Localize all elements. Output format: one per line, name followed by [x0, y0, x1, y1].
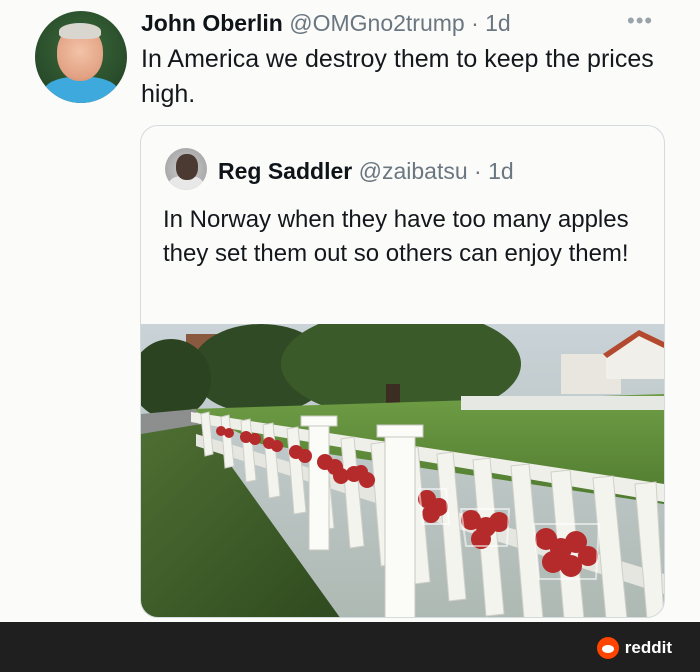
quoted-tweet-header: Reg Saddler @zaibatsu · 1d	[218, 156, 514, 186]
apple-fence-photo[interactable]	[141, 324, 664, 618]
reddit-logo-icon	[596, 637, 619, 659]
footer-bar: reddit	[0, 622, 700, 672]
author-handle[interactable]: @OMGno2trump · 1d	[289, 10, 510, 36]
quoted-author-handle[interactable]: @zaibatsu · 1d	[359, 158, 514, 184]
avatar-hair	[59, 23, 101, 39]
tweet-header: John Oberlin @OMGno2trump · 1d	[141, 8, 511, 38]
reddit-label: reddit	[624, 638, 672, 657]
more-options-icon[interactable]: •••	[627, 8, 653, 34]
author-avatar[interactable]	[35, 11, 127, 103]
quoted-author-avatar[interactable]	[165, 148, 207, 190]
quoted-tweet[interactable]: Reg Saddler @zaibatsu · 1d In Norway whe…	[140, 125, 665, 618]
quoted-avatar-face	[176, 154, 198, 180]
quoted-author-name[interactable]: Reg Saddler	[218, 158, 352, 184]
tweet[interactable]: John Oberlin @OMGno2trump · 1d ••• In Am…	[0, 0, 700, 622]
tweet-text: In America we destroy them to keep the p…	[141, 45, 654, 108]
author-name[interactable]: John Oberlin	[141, 10, 283, 36]
quoted-tweet-text: In Norway when they have too many apples…	[163, 206, 629, 267]
reddit-watermark: reddit	[596, 637, 672, 659]
